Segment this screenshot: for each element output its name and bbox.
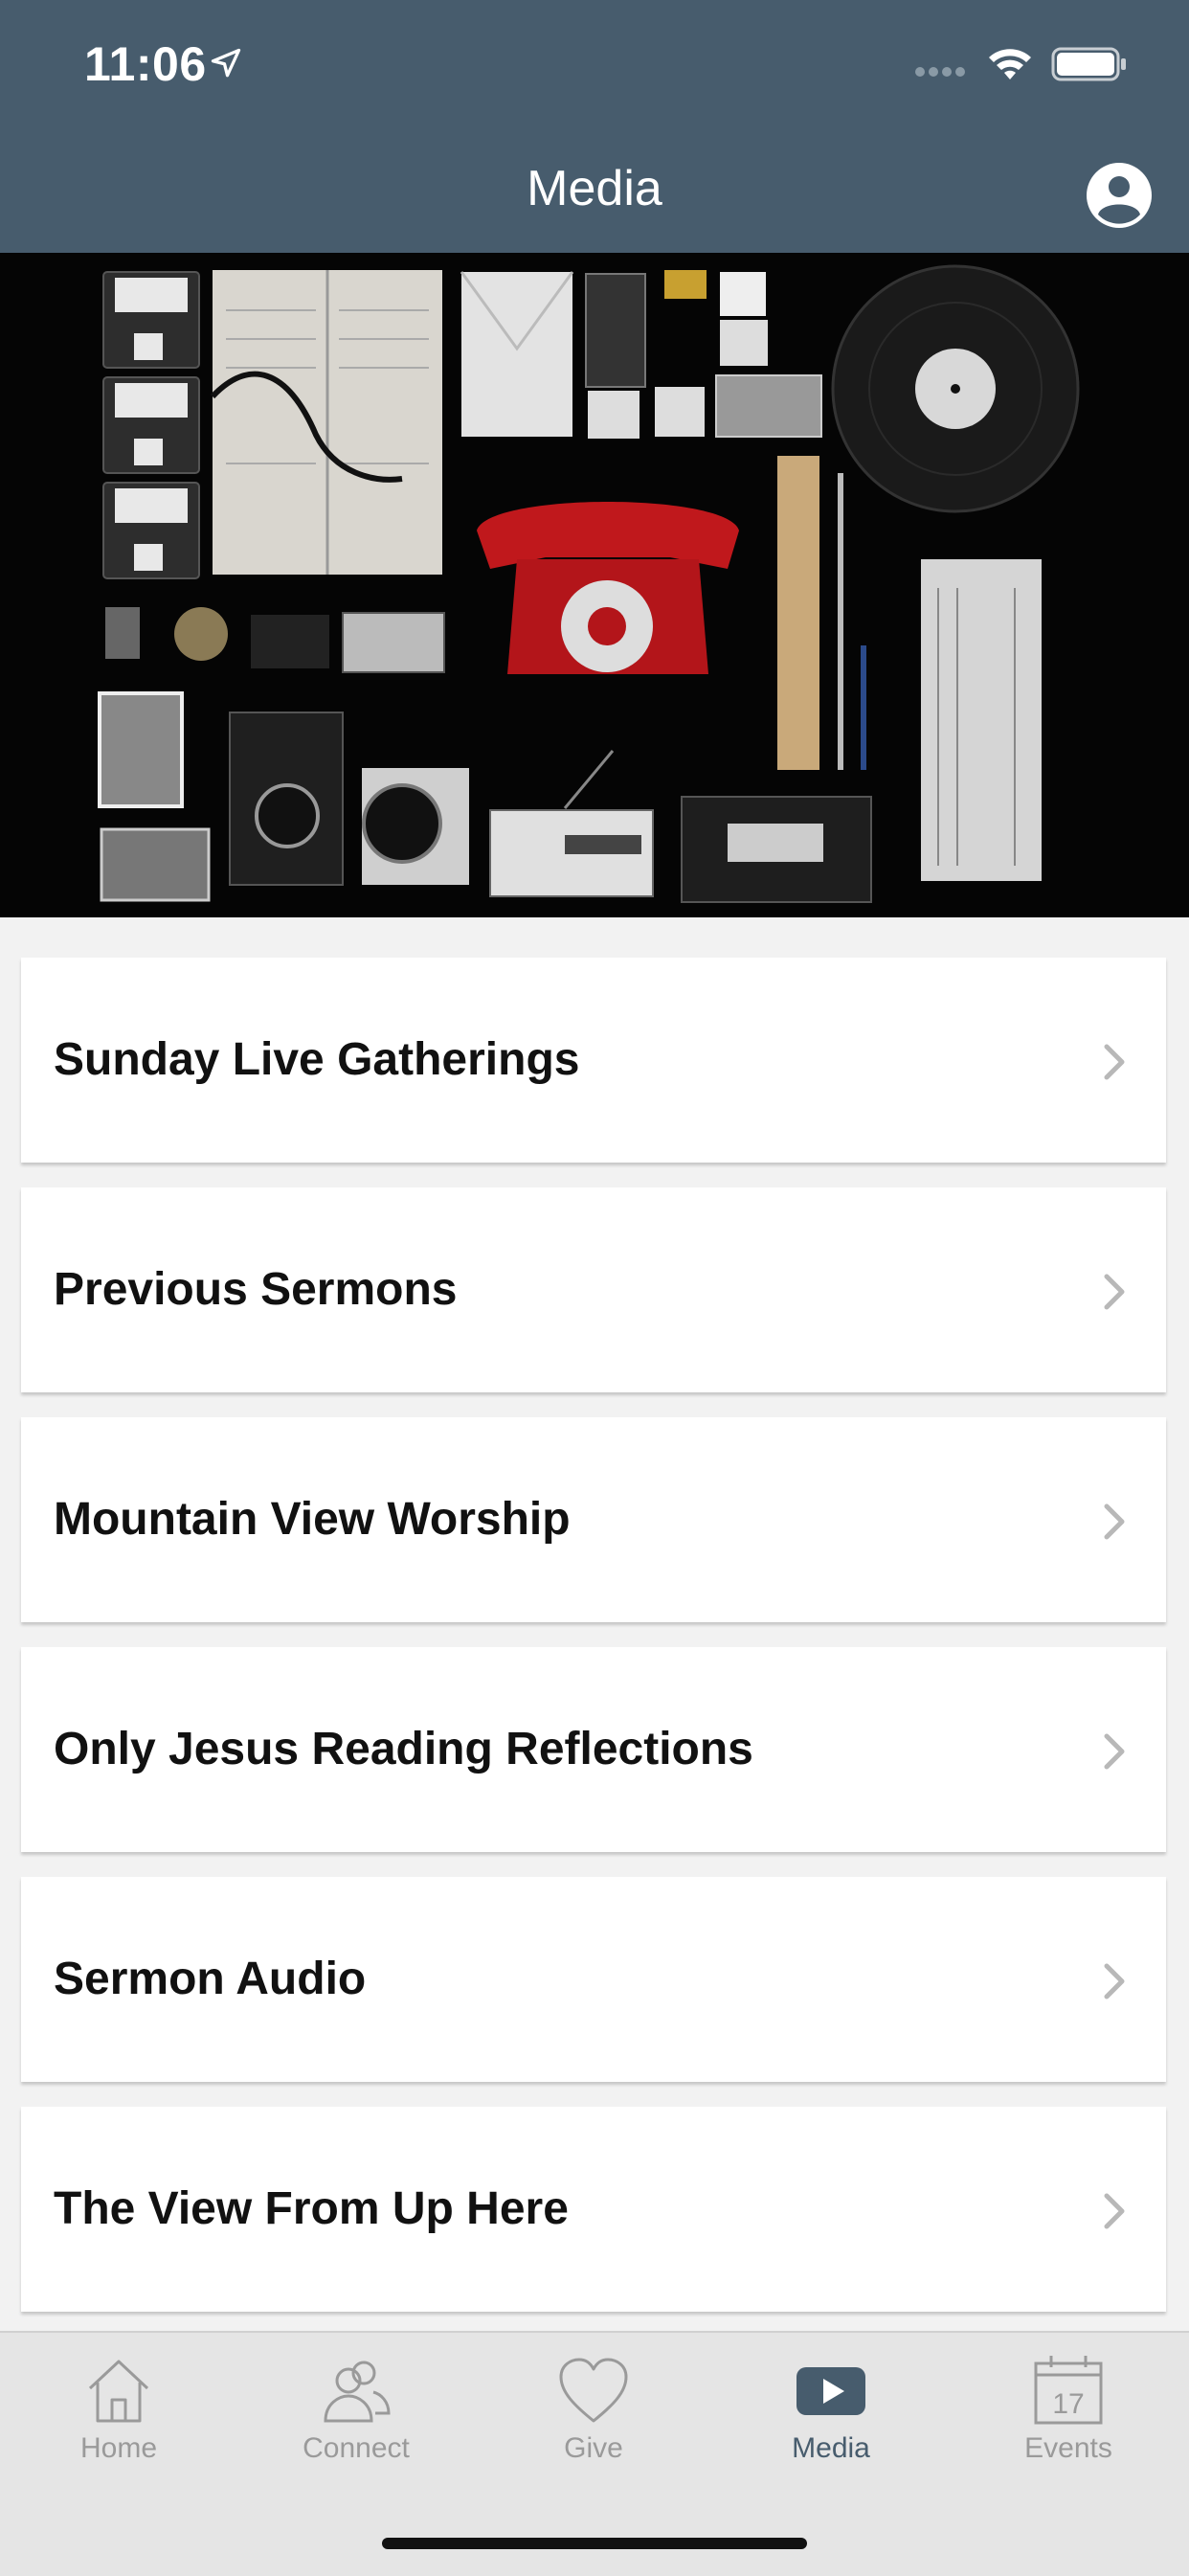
list-item-only-jesus-reading-reflections[interactable]: Only Jesus Reading Reflections [21,1647,1166,1852]
list-item-label: Sermon Audio [54,1954,367,2004]
wifi-icon [989,49,1031,79]
list-item-the-view-from-up-here[interactable]: The View From Up Here [21,2107,1166,2312]
tab-label: Give [564,2432,623,2464]
chevron-right-icon [1104,1503,1125,1540]
chevron-right-icon [1104,1044,1125,1080]
profile-icon[interactable] [1085,161,1154,230]
tab-label: Home [79,2432,158,2464]
list-item-previous-sermons[interactable]: Previous Sermons [21,1187,1166,1392]
list-item-label: Only Jesus Reading Reflections [54,1724,753,1774]
list-item-sunday-live-gatherings[interactable]: Sunday Live Gatherings [21,958,1166,1163]
tab-give[interactable]: Give [475,2333,712,2476]
tab-connect[interactable]: Connect [237,2333,475,2476]
heart-icon [559,2358,628,2423]
header-bar: 11:06 Media [0,0,1189,253]
list-item-label: The View From Up Here [54,2183,569,2234]
chevron-right-icon [1104,1963,1125,2000]
chevron-right-icon [1104,1733,1125,1770]
tab-label: Media [792,2432,870,2464]
tab-events[interactable]: 17 Events [950,2333,1187,2476]
vintage-media-flatlay-image [0,253,1189,917]
list-item-label: Previous Sermons [54,1264,458,1315]
list-item-mountain-view-worship[interactable]: Mountain View Worship [21,1417,1166,1622]
tab-label: Events [1024,2432,1112,2464]
play-icon [796,2367,865,2415]
status-time: 11:06 [84,37,207,91]
list-item-label: Mountain View Worship [54,1494,571,1545]
calendar-icon: 17 [1034,2356,1103,2425]
list-item-label: Sunday Live Gatherings [54,1034,580,1085]
location-arrow-icon [211,48,241,78]
page-title: Media [527,161,662,216]
tab-home[interactable]: Home [0,2333,237,2476]
tab-media[interactable]: Media [712,2333,950,2476]
home-icon [88,2360,149,2423]
tab-label: Connect [303,2432,410,2464]
cellular-signal-icon [915,67,965,77]
calendar-day: 17 [1052,2388,1084,2420]
chevron-right-icon [1104,1274,1125,1310]
chevron-right-icon [1104,2193,1125,2229]
list-item-sermon-audio[interactable]: Sermon Audio [21,1877,1166,2082]
battery-icon [1051,47,1126,81]
home-indicator[interactable] [382,2538,807,2549]
people-icon [324,2361,391,2423]
hero-image [0,253,1189,917]
